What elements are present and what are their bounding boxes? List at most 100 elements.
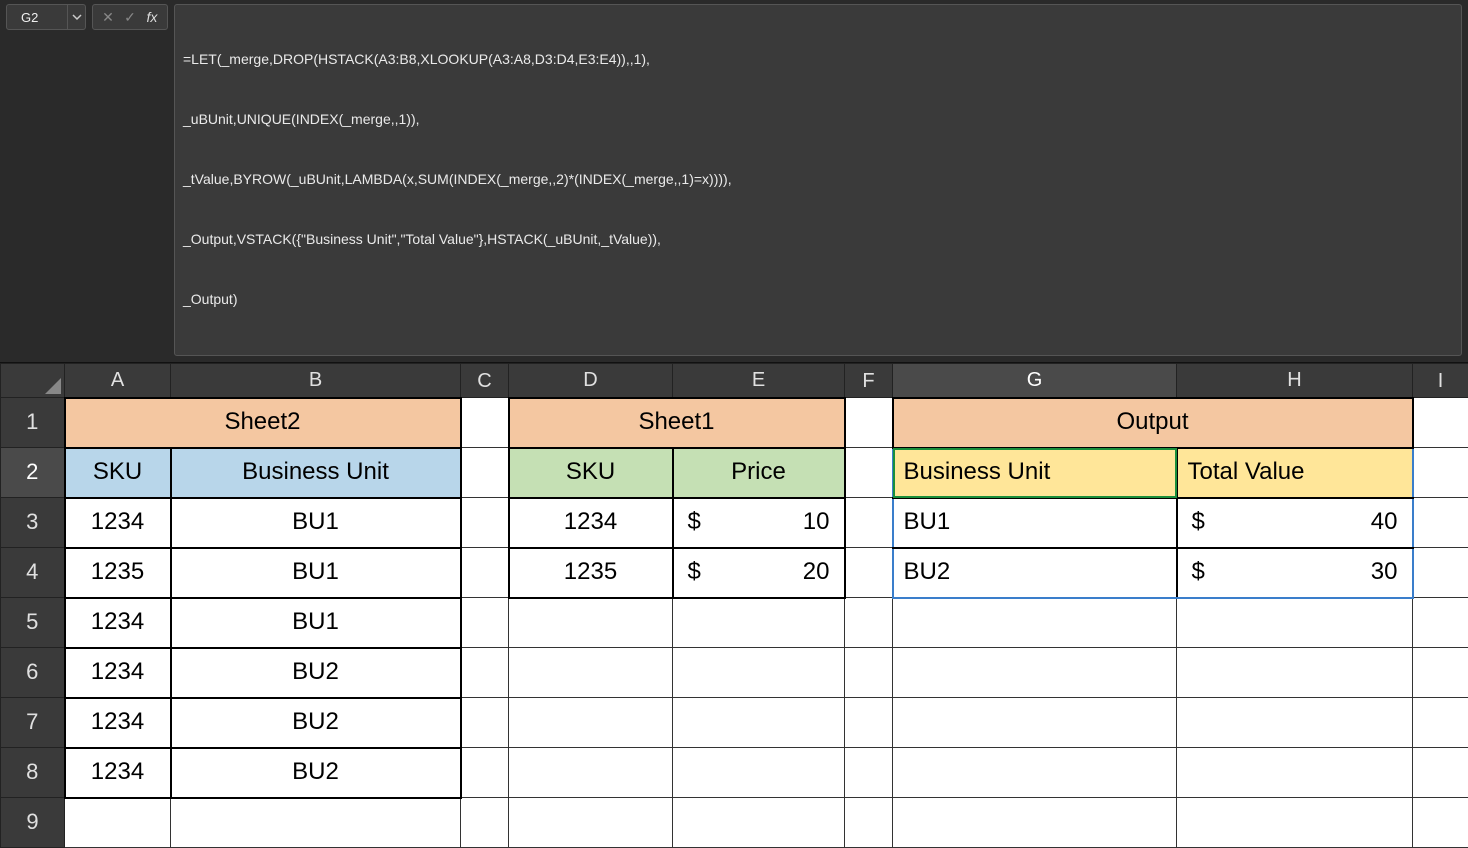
cell[interactable] (1177, 698, 1413, 748)
cell[interactable] (1413, 598, 1468, 648)
cell[interactable] (461, 398, 509, 448)
row-header-5[interactable]: 5 (1, 598, 65, 648)
cell[interactable] (893, 648, 1177, 698)
title-sheet1[interactable]: Sheet1 (509, 398, 845, 448)
cell[interactable] (509, 798, 673, 848)
col-header-F[interactable]: F (845, 364, 893, 398)
cell[interactable] (461, 448, 509, 498)
col-header-C[interactable]: C (461, 364, 509, 398)
row-header-4[interactable]: 4 (1, 548, 65, 598)
cell[interactable]: 1234 (65, 498, 171, 548)
sheet1-header-sku[interactable]: SKU (509, 448, 673, 498)
cell[interactable]: $ 10 (673, 498, 845, 548)
output-header-bu[interactable]: Business Unit (893, 448, 1177, 498)
cell[interactable]: BU1 (893, 498, 1177, 548)
cell[interactable]: BU2 (171, 748, 461, 798)
row-header-7[interactable]: 7 (1, 698, 65, 748)
cell[interactable]: BU2 (171, 648, 461, 698)
cell[interactable] (845, 698, 893, 748)
sheet2-header-bu[interactable]: Business Unit (171, 448, 461, 498)
cell[interactable] (171, 798, 461, 848)
cell[interactable] (1413, 698, 1468, 748)
cell[interactable] (673, 748, 845, 798)
spreadsheet-grid[interactable]: A B C D E F G H I 1 Sheet2 Sheet1 Output… (0, 363, 1468, 848)
cell[interactable] (893, 598, 1177, 648)
cell[interactable] (893, 748, 1177, 798)
cell[interactable] (845, 398, 893, 448)
col-header-H[interactable]: H (1177, 364, 1413, 398)
row-header-9[interactable]: 9 (1, 798, 65, 848)
sheet1-header-price[interactable]: Price (673, 448, 845, 498)
cell[interactable] (461, 698, 509, 748)
col-header-G[interactable]: G (893, 364, 1177, 398)
cell[interactable] (845, 498, 893, 548)
cell[interactable] (509, 648, 673, 698)
formula-input[interactable]: =LET(_merge,DROP(HSTACK(A3:B8,XLOOKUP(A3… (174, 4, 1462, 356)
cell[interactable] (673, 798, 845, 848)
cell[interactable] (461, 548, 509, 598)
cell[interactable]: $ 20 (673, 548, 845, 598)
cell[interactable]: 1234 (65, 748, 171, 798)
col-header-I[interactable]: I (1413, 364, 1468, 398)
output-header-total[interactable]: Total Value (1177, 448, 1413, 498)
cell[interactable]: 1235 (509, 548, 673, 598)
fx-icon[interactable]: fx (143, 10, 161, 24)
row-header-1[interactable]: 1 (1, 398, 65, 448)
col-header-D[interactable]: D (509, 364, 673, 398)
accept-formula-icon[interactable]: ✓ (121, 10, 139, 24)
cell[interactable] (1413, 398, 1468, 448)
cell[interactable]: 1234 (65, 598, 171, 648)
cell[interactable] (1413, 798, 1468, 848)
cell[interactable] (1413, 498, 1468, 548)
row-header-8[interactable]: 8 (1, 748, 65, 798)
cell[interactable]: BU2 (171, 698, 461, 748)
cell[interactable] (673, 698, 845, 748)
row-header-3[interactable]: 3 (1, 498, 65, 548)
cell[interactable] (461, 748, 509, 798)
row-header-6[interactable]: 6 (1, 648, 65, 698)
cell[interactable]: $ 30 (1177, 548, 1413, 598)
cell[interactable] (845, 798, 893, 848)
chevron-down-icon[interactable] (67, 5, 85, 29)
cell[interactable]: 1234 (65, 648, 171, 698)
cell[interactable] (1413, 448, 1468, 498)
cell[interactable]: BU2 (893, 548, 1177, 598)
cell[interactable] (509, 698, 673, 748)
cell[interactable]: BU1 (171, 498, 461, 548)
cell[interactable] (845, 748, 893, 798)
cell[interactable]: 1235 (65, 548, 171, 598)
cell[interactable] (673, 648, 845, 698)
col-header-E[interactable]: E (673, 364, 845, 398)
cell[interactable] (461, 598, 509, 648)
title-output[interactable]: Output (893, 398, 1413, 448)
cell[interactable] (1413, 748, 1468, 798)
cell[interactable] (845, 448, 893, 498)
row-header-2[interactable]: 2 (1, 448, 65, 498)
cell[interactable] (509, 748, 673, 798)
cell[interactable] (893, 698, 1177, 748)
cell[interactable] (1177, 598, 1413, 648)
cancel-formula-icon[interactable]: ✕ (99, 10, 117, 24)
cell[interactable] (1413, 648, 1468, 698)
cell[interactable] (1177, 648, 1413, 698)
cell[interactable]: 1234 (509, 498, 673, 548)
name-box[interactable]: G2 (6, 4, 86, 30)
cell[interactable] (65, 798, 171, 848)
cell[interactable] (461, 498, 509, 548)
cell[interactable] (1413, 548, 1468, 598)
cell[interactable] (845, 648, 893, 698)
cell[interactable] (845, 548, 893, 598)
cell[interactable] (461, 648, 509, 698)
cell[interactable] (1177, 748, 1413, 798)
title-sheet2[interactable]: Sheet2 (65, 398, 461, 448)
sheet2-header-sku[interactable]: SKU (65, 448, 171, 498)
cell[interactable]: BU1 (171, 598, 461, 648)
cell[interactable] (509, 598, 673, 648)
cell[interactable]: 1234 (65, 698, 171, 748)
cell[interactable] (893, 798, 1177, 848)
col-header-B[interactable]: B (171, 364, 461, 398)
cell[interactable] (673, 598, 845, 648)
cell[interactable] (845, 598, 893, 648)
cell[interactable]: BU1 (171, 548, 461, 598)
col-header-A[interactable]: A (65, 364, 171, 398)
